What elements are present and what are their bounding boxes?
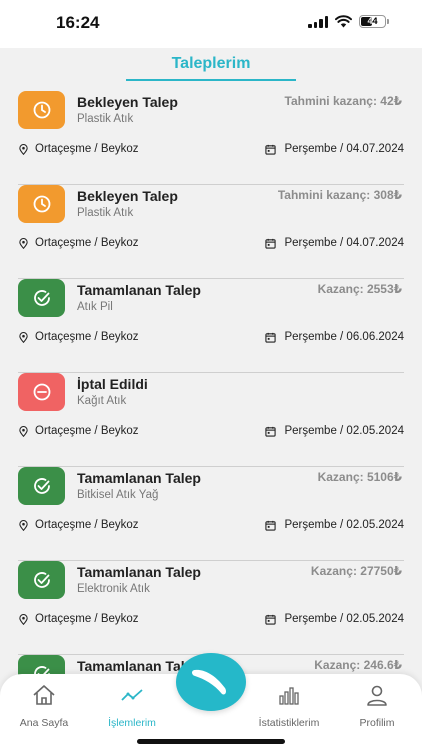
request-location: Ortaçeşme / Beykoz	[18, 519, 139, 531]
main-content: Taleplerim Bekleyen Talep Plastik Atık Tah…	[0, 48, 422, 750]
request-waste-type: Plastik Atık	[77, 113, 134, 125]
status-icon-box	[18, 91, 65, 129]
status-icons: 44	[308, 15, 389, 28]
request-location-text: Ortaçeşme / Beykoz	[35, 613, 139, 625]
location-pin-icon	[19, 519, 28, 531]
tab-profile-label: Profilim	[359, 717, 395, 729]
request-earning: Tahmini kazanç: 42₺	[284, 94, 403, 108]
tab-home[interactable]: Ana Sayfa	[4, 682, 84, 729]
status-icon-box	[18, 561, 65, 599]
request-location: Ortaçeşme / Beykoz	[18, 613, 139, 625]
tab-statistics-label: İstatistiklerim	[258, 717, 320, 729]
request-date-text: Perşembe / 04.07.2024	[284, 237, 404, 249]
calendar-icon	[265, 520, 277, 531]
request-location-text: Ortaçeşme / Beykoz	[35, 425, 139, 437]
status-icon-box	[18, 185, 65, 223]
home-icon	[33, 685, 55, 705]
check-circle-icon	[33, 478, 50, 494]
wifi-icon	[335, 15, 352, 28]
status-bar: 16:24 44	[0, 0, 422, 48]
calendar-icon	[265, 332, 277, 343]
request-date: Perşembe / 04.07.2024	[265, 237, 404, 249]
tab-profile[interactable]: Profilim	[337, 682, 417, 729]
request-location: Ortaçeşme / Beykoz	[18, 331, 139, 343]
status-icon-box	[18, 279, 65, 317]
title-underline	[126, 79, 296, 81]
request-location-text: Ortaçeşme / Beykoz	[35, 519, 139, 531]
tab-statistics[interactable]: İstatistiklerim	[249, 682, 329, 729]
cancel-circle-icon	[33, 383, 50, 401]
check-circle-icon	[33, 290, 50, 306]
request-waste-type: Plastik Atık	[77, 207, 134, 219]
trend-line-icon	[121, 689, 143, 701]
request-location-text: Ortaçeşme / Beykoz	[35, 143, 139, 155]
request-item[interactable]: Tamamlanan Talep Elektronik Atık Kazanç: 2…	[18, 561, 404, 655]
request-waste-type: Bitkisel Atık Yağ	[77, 489, 159, 501]
request-earning: Tahmini kazanç: 308₺	[277, 188, 402, 202]
request-date-text: Perşembe / 02.05.2024	[284, 613, 404, 625]
request-title: Bekleyen Talep	[77, 188, 178, 204]
request-waste-type: Atık Pil	[77, 301, 113, 313]
request-date: Perşembe / 06.06.2024	[265, 331, 404, 343]
check-circle-icon	[33, 572, 50, 588]
request-date: Perşembe / 04.07.2024	[265, 143, 404, 155]
request-item[interactable]: Tamamlanan Talep Atık Pil Kazanç: 2553₺ Ort…	[18, 279, 404, 373]
request-date: Perşembe / 02.05.2024	[265, 425, 404, 437]
battery-level: 44	[367, 16, 378, 26]
request-location-text: Ortaçeşme / Beykoz	[35, 331, 139, 343]
user-icon	[367, 685, 387, 706]
request-waste-type: Elektronik Atık	[77, 583, 150, 595]
battery-icon: 44	[359, 15, 389, 28]
request-item[interactable]: İptal Edildi Kağıt Atık Ortaçeşme / Beykoz…	[18, 373, 404, 467]
request-location: Ortaçeşme / Beykoz	[18, 237, 139, 249]
request-earning: Kazanç: 5106₺	[317, 470, 402, 484]
request-list: Bekleyen Talep Plastik Atık Tahmini kazanç…	[18, 91, 404, 749]
request-date: Perşembe / 02.05.2024	[265, 613, 404, 625]
request-title: Tamamlanan Talep	[77, 564, 201, 580]
location-pin-icon	[19, 425, 28, 437]
request-waste-type: Kağıt Atık	[77, 395, 127, 407]
page-title: Taleplerim	[171, 55, 251, 72]
request-location: Ortaçeşme / Beykoz	[18, 425, 139, 437]
clock-icon	[33, 101, 50, 119]
request-title: Bekleyen Talep	[77, 94, 178, 110]
request-earning: Kazanç: 27750₺	[310, 564, 402, 578]
request-title: Tamamlanan Talep	[77, 470, 201, 486]
request-title: İptal Edildi	[77, 376, 148, 392]
request-date-text: Perşembe / 02.05.2024	[284, 425, 404, 437]
location-pin-icon	[19, 237, 28, 249]
calendar-icon	[265, 238, 277, 249]
request-item[interactable]: Tamamlanan Talep Bitkisel Atık Yağ Kazanç:…	[18, 467, 404, 561]
center-action-button[interactable]	[176, 653, 246, 711]
request-date-text: Perşembe / 04.07.2024	[284, 143, 404, 155]
request-location-text: Ortaçeşme / Beykoz	[35, 237, 139, 249]
request-earning: Kazanç: 2553₺	[317, 282, 402, 296]
request-date-text: Perşembe / 06.06.2024	[284, 331, 404, 343]
request-location: Ortaçeşme / Beykoz	[18, 143, 139, 155]
status-time: 16:24	[56, 13, 100, 32]
boomerang-icon	[192, 669, 226, 695]
request-date-text: Perşembe / 02.05.2024	[284, 519, 404, 531]
location-pin-icon	[19, 143, 28, 155]
calendar-icon	[265, 614, 277, 625]
bar-chart-icon	[279, 687, 299, 705]
location-pin-icon	[19, 613, 28, 625]
clock-icon	[33, 195, 50, 213]
tab-home-label: Ana Sayfa	[19, 717, 69, 729]
request-date: Perşembe / 02.05.2024	[265, 519, 404, 531]
status-icon-box	[18, 373, 65, 411]
calendar-icon	[265, 144, 277, 155]
location-pin-icon	[19, 331, 28, 343]
request-earning: Kazanç: 246.6₺	[314, 658, 402, 672]
request-item[interactable]: Bekleyen Talep Plastik Atık Tahmini kazanç…	[18, 91, 404, 185]
request-item[interactable]: Bekleyen Talep Plastik Atık Tahmini kazanç…	[18, 185, 404, 279]
tab-transactions-label: İşlemlerim	[108, 717, 156, 729]
tab-transactions[interactable]: İşlemlerim	[92, 682, 172, 729]
calendar-icon	[265, 426, 277, 437]
home-indicator	[137, 739, 285, 744]
request-title: Tamamlanan Talep	[77, 282, 201, 298]
cellular-signal-icon	[308, 15, 328, 28]
status-icon-box	[18, 467, 65, 505]
